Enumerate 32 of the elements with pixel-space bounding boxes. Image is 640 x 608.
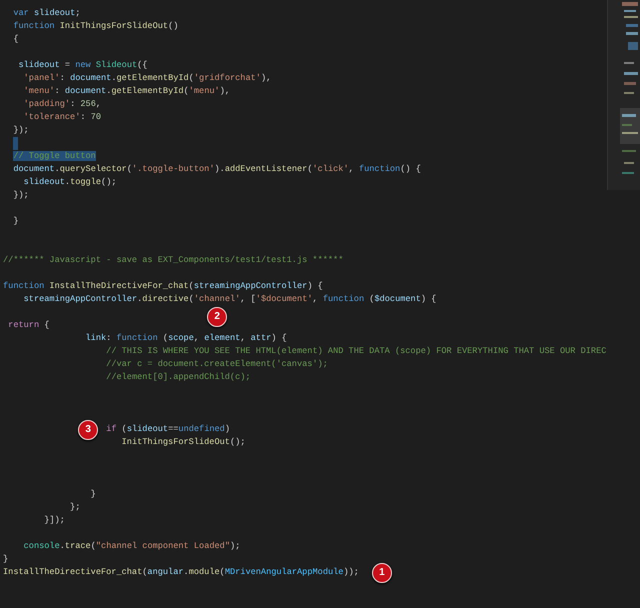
code-line: //****** Javascript - save as EXT_Components/test1/test1.js ******	[3, 255, 344, 265]
code-line: if (slideout==undefined)	[106, 424, 230, 434]
code-line: slideout = new Slideout({	[18, 60, 148, 70]
code-line: {	[13, 34, 18, 44]
code-line: 'tolerance': 70	[24, 112, 102, 122]
code-line: }	[90, 489, 96, 499]
code-line: slideout.toggle();	[24, 177, 117, 187]
code-line: };	[70, 502, 80, 512]
code-line: }]);	[44, 515, 65, 525]
code-line: });	[13, 190, 29, 200]
code-line: });	[13, 125, 29, 135]
code-line: InitThingsForSlideOut();	[122, 437, 246, 447]
code-line: //element[0].appendChild(c);	[106, 372, 251, 382]
code-line: var slideout;	[13, 8, 80, 18]
code-line: console.trace("channel component Loaded");	[24, 541, 240, 551]
code-line: 'padding': 256,	[24, 99, 102, 109]
code-line: // THIS IS WHERE YOU SEE THE HTML(element) AND THE DATA (scope) FOR EVERYTHING THAT USE OUR DIREC	[106, 346, 606, 356]
code-line: 'menu': document.getElementById('menu'),	[24, 86, 230, 96]
number-badge: 2	[207, 307, 228, 327]
code-line: function InstallTheDirectiveFor_chat(streamingAppController) {	[3, 281, 323, 291]
number-badge: 3	[78, 420, 98, 440]
code-line: streamingAppController.directive('channel', ['$document', function ($document) {	[24, 294, 436, 304]
code-line: InstallTheDirectiveFor_chat(angular.module(MDrivenAngularAppModule));	[3, 567, 359, 577]
code-line: document.querySelector('.toggle-button').addEventListener('click', function() {	[13, 164, 421, 174]
code-line: return {	[8, 320, 50, 330]
code-line: //var c = document.createElement('canvas');	[106, 359, 328, 369]
code-line: }	[13, 216, 18, 226]
code-line: }	[3, 554, 8, 564]
number-badge: 1	[372, 563, 392, 583]
code-line: function InitThingsForSlideOut()	[13, 21, 178, 31]
code-line: 'panel': document.getElementById('gridforchat'),	[24, 73, 272, 83]
code-line: link: function (scope, element, attr) {	[86, 333, 287, 343]
